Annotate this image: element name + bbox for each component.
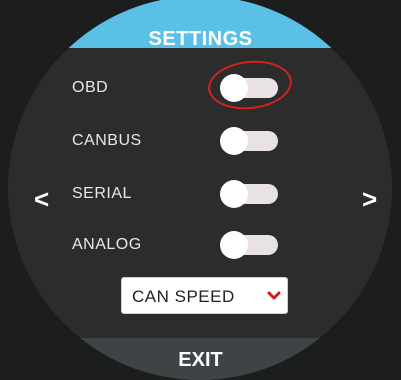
setting-label-obd: OBD bbox=[72, 79, 109, 96]
page-title: SETTINGS bbox=[148, 28, 253, 50]
settings-dial bbox=[8, 0, 392, 380]
serial-toggle[interactable] bbox=[220, 180, 278, 208]
exit-button[interactable]: EXIT bbox=[0, 346, 401, 374]
previous-page-button[interactable]: < bbox=[34, 184, 49, 214]
next-page-button[interactable]: > bbox=[362, 184, 377, 214]
canbus-toggle[interactable] bbox=[220, 127, 278, 155]
setting-label-analog: ANALOG bbox=[72, 236, 142, 253]
analog-toggle[interactable] bbox=[220, 231, 278, 259]
chevron-down-icon bbox=[267, 286, 281, 311]
toggle-knob bbox=[220, 231, 248, 259]
toggle-knob bbox=[220, 127, 248, 155]
can-speed-select[interactable]: CAN SPEED bbox=[121, 277, 288, 314]
setting-label-canbus: CANBUS bbox=[72, 132, 142, 149]
can-speed-label: CAN SPEED bbox=[132, 287, 235, 306]
obd-toggle[interactable] bbox=[220, 74, 278, 102]
setting-label-serial: SERIAL bbox=[72, 185, 132, 202]
toggle-knob bbox=[220, 180, 248, 208]
toggle-knob bbox=[220, 74, 248, 102]
